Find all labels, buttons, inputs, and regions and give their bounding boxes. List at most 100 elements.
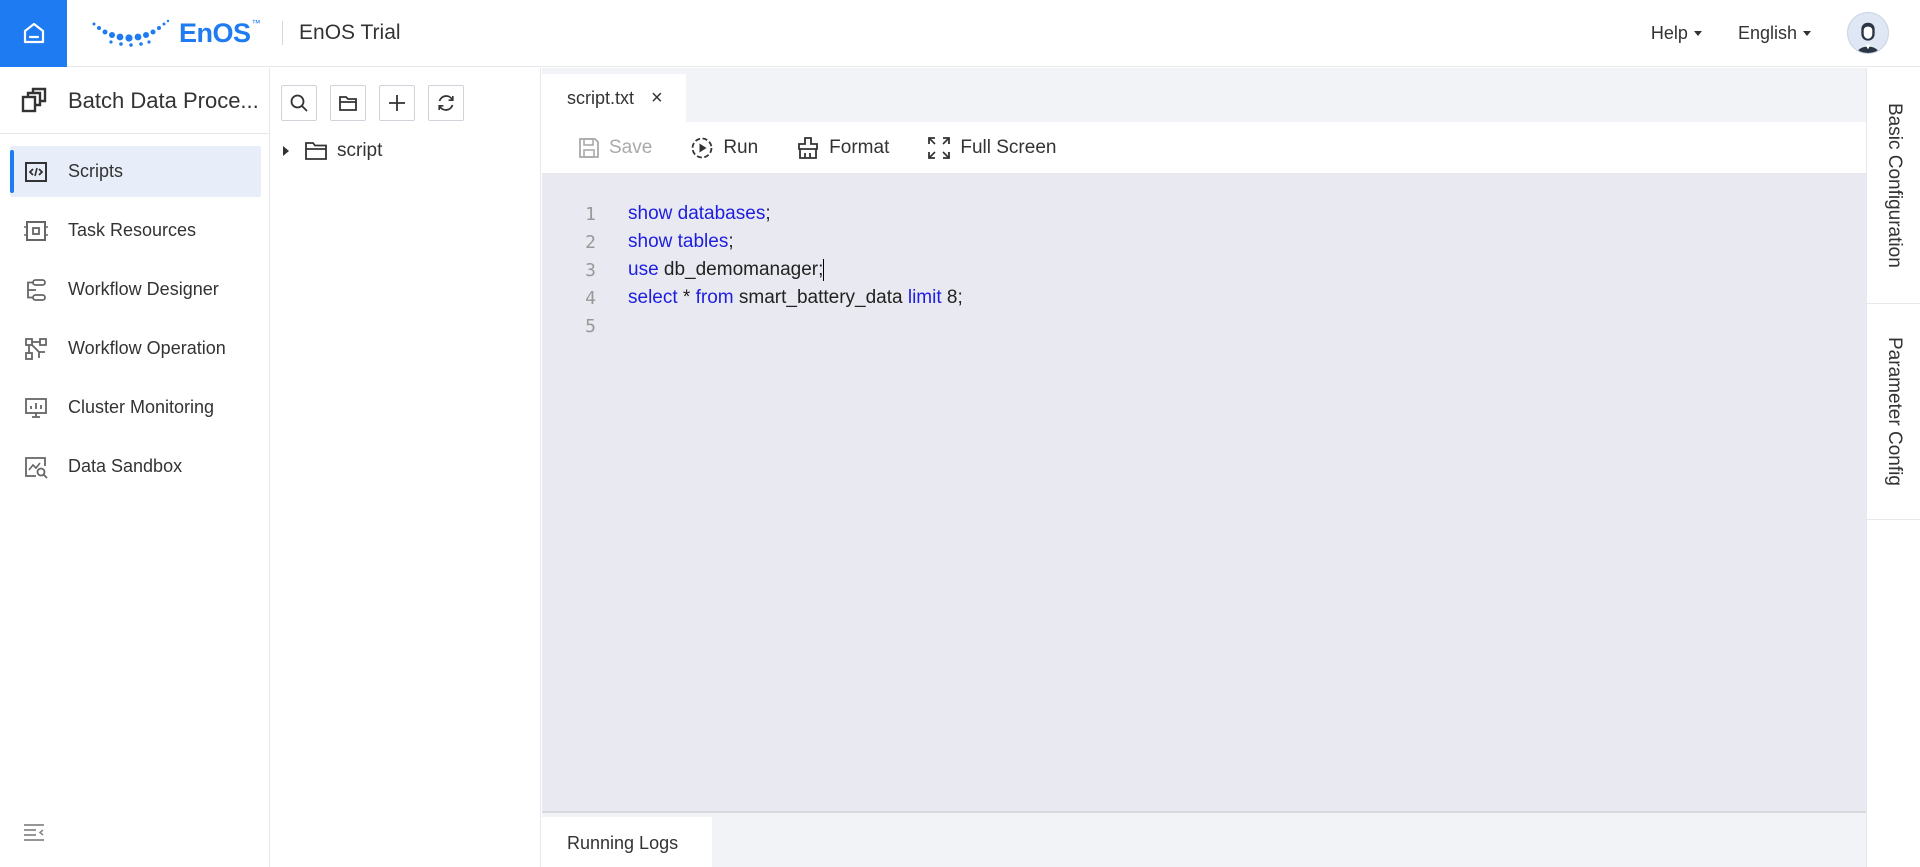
help-dropdown[interactable]: Help [1651, 23, 1702, 44]
code-text: show databases; [628, 203, 771, 225]
tree-node-label: script [337, 140, 383, 161]
folder-icon [305, 142, 327, 160]
sidebar-item-label: Cluster Monitoring [68, 397, 215, 417]
topbar-right: Help English [1651, 12, 1889, 54]
language-dropdown[interactable]: English [1738, 23, 1811, 44]
save-label: Save [609, 136, 653, 158]
collapse-menu-icon [24, 824, 44, 841]
editor-toolbar: Save Run Format Full Screen [542, 122, 1866, 174]
search-icon [290, 94, 308, 112]
chip-icon [24, 219, 48, 243]
logs-bar: Running Logs [542, 811, 1866, 867]
language-label: English [1737, 22, 1797, 43]
batch-processing-icon [21, 87, 47, 112]
code-line[interactable]: 5 [542, 312, 1866, 340]
nav-list: Scripts Task Resources Workflow Designer… [0, 134, 269, 492]
sidebar-item-task-resources[interactable]: Task Resources [10, 205, 261, 256]
user-avatar-icon [1848, 13, 1888, 53]
code-line[interactable]: 3 use db_demomanager; [542, 256, 1866, 284]
code-line[interactable]: 4 select * from smart_battery_data limit … [542, 284, 1866, 312]
sidebar-item-workflow-designer[interactable]: Workflow Designer [10, 264, 261, 315]
tab-parameter-config[interactable]: Parameter Config [1867, 304, 1920, 520]
line-number: 2 [585, 231, 596, 253]
tab-basic-configuration[interactable]: Basic Configuration [1867, 68, 1920, 304]
parameter-config-label: Parameter Config [1884, 337, 1905, 486]
code-token: db_demomanager; [658, 259, 824, 280]
code-text: use db_demomanager; [628, 258, 825, 281]
sidebar-header: Batch Data Proce... [0, 68, 269, 134]
tab-label: script.txt [567, 87, 635, 108]
code-token: ; [765, 203, 771, 224]
home-icon [23, 22, 44, 44]
save-icon [578, 137, 600, 159]
caret-down-icon [1803, 30, 1811, 36]
workflow-designer-icon [24, 278, 48, 302]
sidebar-item-cluster-monitoring[interactable]: Cluster Monitoring [10, 382, 261, 433]
avatar[interactable] [1847, 12, 1889, 54]
home-button[interactable] [0, 0, 67, 67]
file-tree-panel: script [271, 68, 541, 867]
code-token: ; [728, 231, 734, 252]
caret-down-icon [1693, 30, 1702, 36]
help-label: Help [1650, 22, 1688, 43]
keyword-token: show databases [628, 203, 766, 224]
sidebar-item-workflow-operation[interactable]: Workflow Operation [10, 323, 261, 374]
sidebar-item-label: Scripts [68, 161, 124, 181]
tab-running-logs[interactable]: Running Logs [542, 817, 712, 867]
sidebar-item-label: Task Resources [68, 220, 197, 240]
line-number: 1 [585, 203, 596, 225]
top-bar: EnOS™ EnOS Trial Help English [0, 0, 1920, 67]
script-icon [24, 160, 48, 184]
code-editor[interactable]: 1 show databases; 2 show tables; 3 use db_dem… [542, 174, 1866, 340]
code-line[interactable]: 1 show databases; [542, 200, 1866, 228]
folder-icon [339, 96, 357, 111]
code-token: 8; [941, 287, 963, 308]
right-config-rail: Basic Configuration Parameter Config [1866, 68, 1920, 867]
refresh-button[interactable] [428, 85, 464, 121]
search-button[interactable] [281, 85, 317, 121]
tab-script-txt[interactable]: script.txt × [542, 74, 686, 122]
workflow-operation-icon [24, 337, 48, 361]
close-icon[interactable]: × [651, 88, 663, 108]
plus-icon [389, 95, 405, 111]
format-label: Format [829, 136, 890, 158]
sidebar-item-data-sandbox[interactable]: Data Sandbox [10, 441, 261, 492]
code-token: smart_battery_data [733, 287, 908, 308]
enos-logo[interactable]: EnOS™ [91, 0, 260, 67]
new-folder-button[interactable] [330, 85, 366, 121]
basic-configuration-label: Basic Configuration [1884, 103, 1905, 268]
code-line[interactable]: 2 show tables; [542, 228, 1866, 256]
line-number: 5 [585, 315, 596, 337]
keyword-token: limit [907, 287, 942, 308]
format-button[interactable]: Format [796, 136, 889, 160]
line-number: 3 [585, 259, 596, 281]
tree-node-script[interactable]: script [271, 140, 540, 162]
collapse-sidebar-button[interactable] [22, 822, 46, 847]
sidebar-item-label: Data Sandbox [68, 456, 183, 476]
sidebar-title: Batch Data Proce... [68, 87, 259, 113]
run-label: Run [723, 136, 759, 158]
sidebar-item-label: Workflow Operation [68, 338, 226, 358]
sandbox-icon [24, 455, 48, 479]
fullscreen-button[interactable]: Full Screen [927, 136, 1056, 160]
keyword-token: show tables [628, 231, 729, 252]
fullscreen-icon [927, 136, 951, 160]
logo-dots-icon [92, 19, 170, 47]
sidebar-item-scripts[interactable]: Scripts [10, 146, 261, 197]
expand-caret-icon[interactable] [283, 146, 289, 156]
editor-tab-strip: script.txt × [542, 68, 1866, 122]
sidebar-item-label: Workflow Designer [68, 279, 219, 299]
monitor-icon [24, 396, 48, 420]
line-number: 4 [585, 287, 596, 309]
refresh-icon [438, 95, 454, 111]
format-brush-icon [796, 136, 820, 160]
run-button[interactable]: Run [690, 136, 758, 160]
keyword-token: select [628, 287, 678, 308]
save-button[interactable]: Save [578, 137, 652, 159]
add-button[interactable] [379, 85, 415, 121]
run-icon [690, 136, 714, 160]
code-text: select * from smart_battery_data limit 8… [628, 287, 963, 309]
file-tree-toolbar [271, 68, 540, 121]
code-text: show tables; [628, 231, 734, 253]
keyword-token: use [628, 259, 659, 280]
